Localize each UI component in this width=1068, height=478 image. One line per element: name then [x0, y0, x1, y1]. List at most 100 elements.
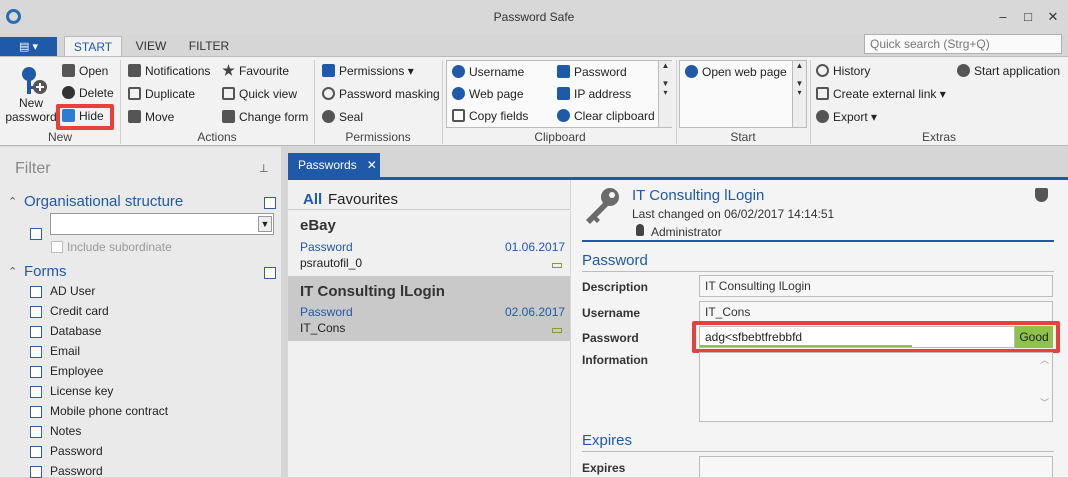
form-checkbox[interactable] [30, 366, 42, 378]
new-password-button[interactable]: New password [4, 96, 58, 124]
form-checkbox[interactable] [30, 386, 42, 398]
form-checkbox[interactable] [30, 346, 42, 358]
form-item[interactable]: Password [50, 444, 103, 458]
form-item[interactable]: Email [50, 344, 80, 358]
export-icon [816, 110, 829, 123]
close-button[interactable]: ✕ [1044, 8, 1062, 26]
detail-title: IT Consulting lLogin [632, 187, 765, 204]
duplicate-button[interactable]: Duplicate [128, 84, 195, 104]
tab-start[interactable]: START [64, 36, 122, 57]
permissions-button[interactable]: Permissions ▾ [322, 61, 414, 81]
quick-view-button[interactable]: Quick view [222, 84, 297, 104]
org-structure-checkbox[interactable] [264, 197, 276, 209]
collapse-org-icon[interactable]: ⌃ [8, 195, 17, 208]
quick-search-input[interactable]: Quick search (Strg+Q) [864, 34, 1062, 54]
tab-filter[interactable]: FILTER [182, 36, 236, 57]
list-item-user: IT_Cons [300, 321, 346, 335]
form-item[interactable]: License key [50, 384, 113, 398]
clipboard-scrollbar[interactable]: ▲ ▼ ▾ [658, 61, 672, 127]
list-filter-favourites[interactable]: Favourites [328, 191, 398, 208]
globe-icon [685, 65, 698, 78]
list-item-form: Password [300, 240, 353, 254]
form-item[interactable]: Password [50, 464, 103, 478]
last-changed: Last changed on 06/02/2017 14:14:51 [632, 207, 835, 221]
forms-checkbox[interactable] [264, 267, 276, 279]
pin-icon[interactable]: ⊥ [259, 162, 269, 175]
owner-name: Administrator [651, 225, 722, 239]
list-item-title: eBay [300, 217, 336, 234]
form-checkbox[interactable] [30, 406, 42, 418]
form-item[interactable]: Employee [50, 364, 103, 378]
create-external-link-button[interactable]: Create external link ▾ [816, 84, 946, 104]
maximize-button[interactable]: □ [1019, 8, 1037, 26]
expires-field[interactable] [699, 456, 1053, 477]
filter-title: Filter [15, 160, 51, 177]
username-label: Username [582, 306, 641, 320]
divider [582, 271, 1054, 272]
seal-button[interactable]: Seal [322, 107, 363, 127]
copy-web-page-button[interactable]: Web page [452, 84, 524, 104]
username-field[interactable]: IT_Cons [699, 301, 1053, 323]
open-button[interactable]: Open [62, 61, 108, 81]
close-tab-icon[interactable]: ✕ [367, 158, 377, 172]
form-checkbox[interactable] [30, 286, 42, 298]
notifications-button[interactable]: Notifications [128, 61, 210, 81]
delete-button[interactable]: Delete [62, 83, 114, 103]
open-web-page-button[interactable]: Open web page [685, 62, 787, 82]
form-checkbox[interactable] [30, 446, 42, 458]
include-subordinate-checkbox[interactable] [51, 241, 63, 253]
export-button[interactable]: Export ▾ [816, 107, 877, 127]
form-item[interactable]: Mobile phone contract [50, 404, 168, 418]
form-item[interactable]: Credit card [50, 304, 109, 318]
form-item[interactable]: Notes [50, 424, 81, 438]
password-label: Password [582, 331, 639, 345]
minimize-button[interactable]: – [994, 8, 1012, 26]
password-highlight [692, 321, 1060, 353]
form-checkbox[interactable] [30, 306, 42, 318]
form-item[interactable]: Database [50, 324, 101, 338]
gear-icon [957, 64, 970, 77]
item-tag-icon [552, 263, 562, 268]
tab-passwords[interactable]: Passwords ✕ [288, 153, 380, 177]
bell-icon [128, 64, 141, 77]
description-field[interactable]: IT Consulting lLogin [699, 275, 1053, 297]
list-filter-all[interactable]: All [303, 191, 322, 208]
change-form-button[interactable]: Change form [222, 107, 308, 127]
globe-icon [452, 87, 465, 100]
collapse-forms-icon[interactable]: ⌃ [8, 265, 17, 278]
start-scrollbar[interactable]: ▲ ▼ ▾ [792, 61, 806, 127]
shield-icon[interactable] [1035, 188, 1048, 202]
item-tag-icon [552, 328, 562, 333]
history-button[interactable]: History [816, 61, 870, 81]
divider [582, 451, 1054, 452]
start-application-button[interactable]: Start application [957, 61, 1060, 81]
favourite-button[interactable]: Favourite [222, 61, 289, 81]
information-field[interactable] [699, 352, 1053, 422]
group-label-clipboard: Clipboard [534, 130, 586, 144]
include-subordinate-label: Include subordinate [67, 240, 172, 254]
user-icon [452, 65, 465, 78]
form-item[interactable]: AD User [50, 284, 95, 298]
copy-password-button[interactable]: Password [557, 62, 627, 82]
information-scrollbar[interactable]: ︿ ﹀ [1037, 353, 1052, 421]
tab-view[interactable]: VIEW [128, 36, 174, 57]
clear-clipboard-button[interactable]: Clear clipboard [557, 106, 655, 126]
section-password: Password [582, 252, 648, 269]
copy-username-button[interactable]: Username [452, 62, 524, 82]
password-masking-button[interactable]: Password masking [322, 84, 440, 104]
move-button[interactable]: Move [128, 107, 174, 127]
key-icon [557, 65, 570, 78]
org-unit-checkbox[interactable] [30, 228, 42, 240]
form-checkbox[interactable] [30, 466, 42, 478]
list-item-date: 02.06.2017 [505, 305, 566, 319]
app-menu-button[interactable]: ▤ ▾ [0, 37, 57, 57]
copy-ip-address-button[interactable]: IP address [557, 84, 631, 104]
org-unit-select[interactable] [50, 213, 274, 235]
group-label-actions: Actions [197, 130, 237, 144]
form-checkbox[interactable] [30, 426, 42, 438]
copy-icon [452, 109, 465, 122]
form-checkbox[interactable] [30, 326, 42, 338]
copy-fields-button[interactable]: Copy fields [452, 106, 528, 126]
chevron-down-icon[interactable]: ▼ [258, 216, 272, 232]
list-item-form: Password [300, 305, 353, 319]
